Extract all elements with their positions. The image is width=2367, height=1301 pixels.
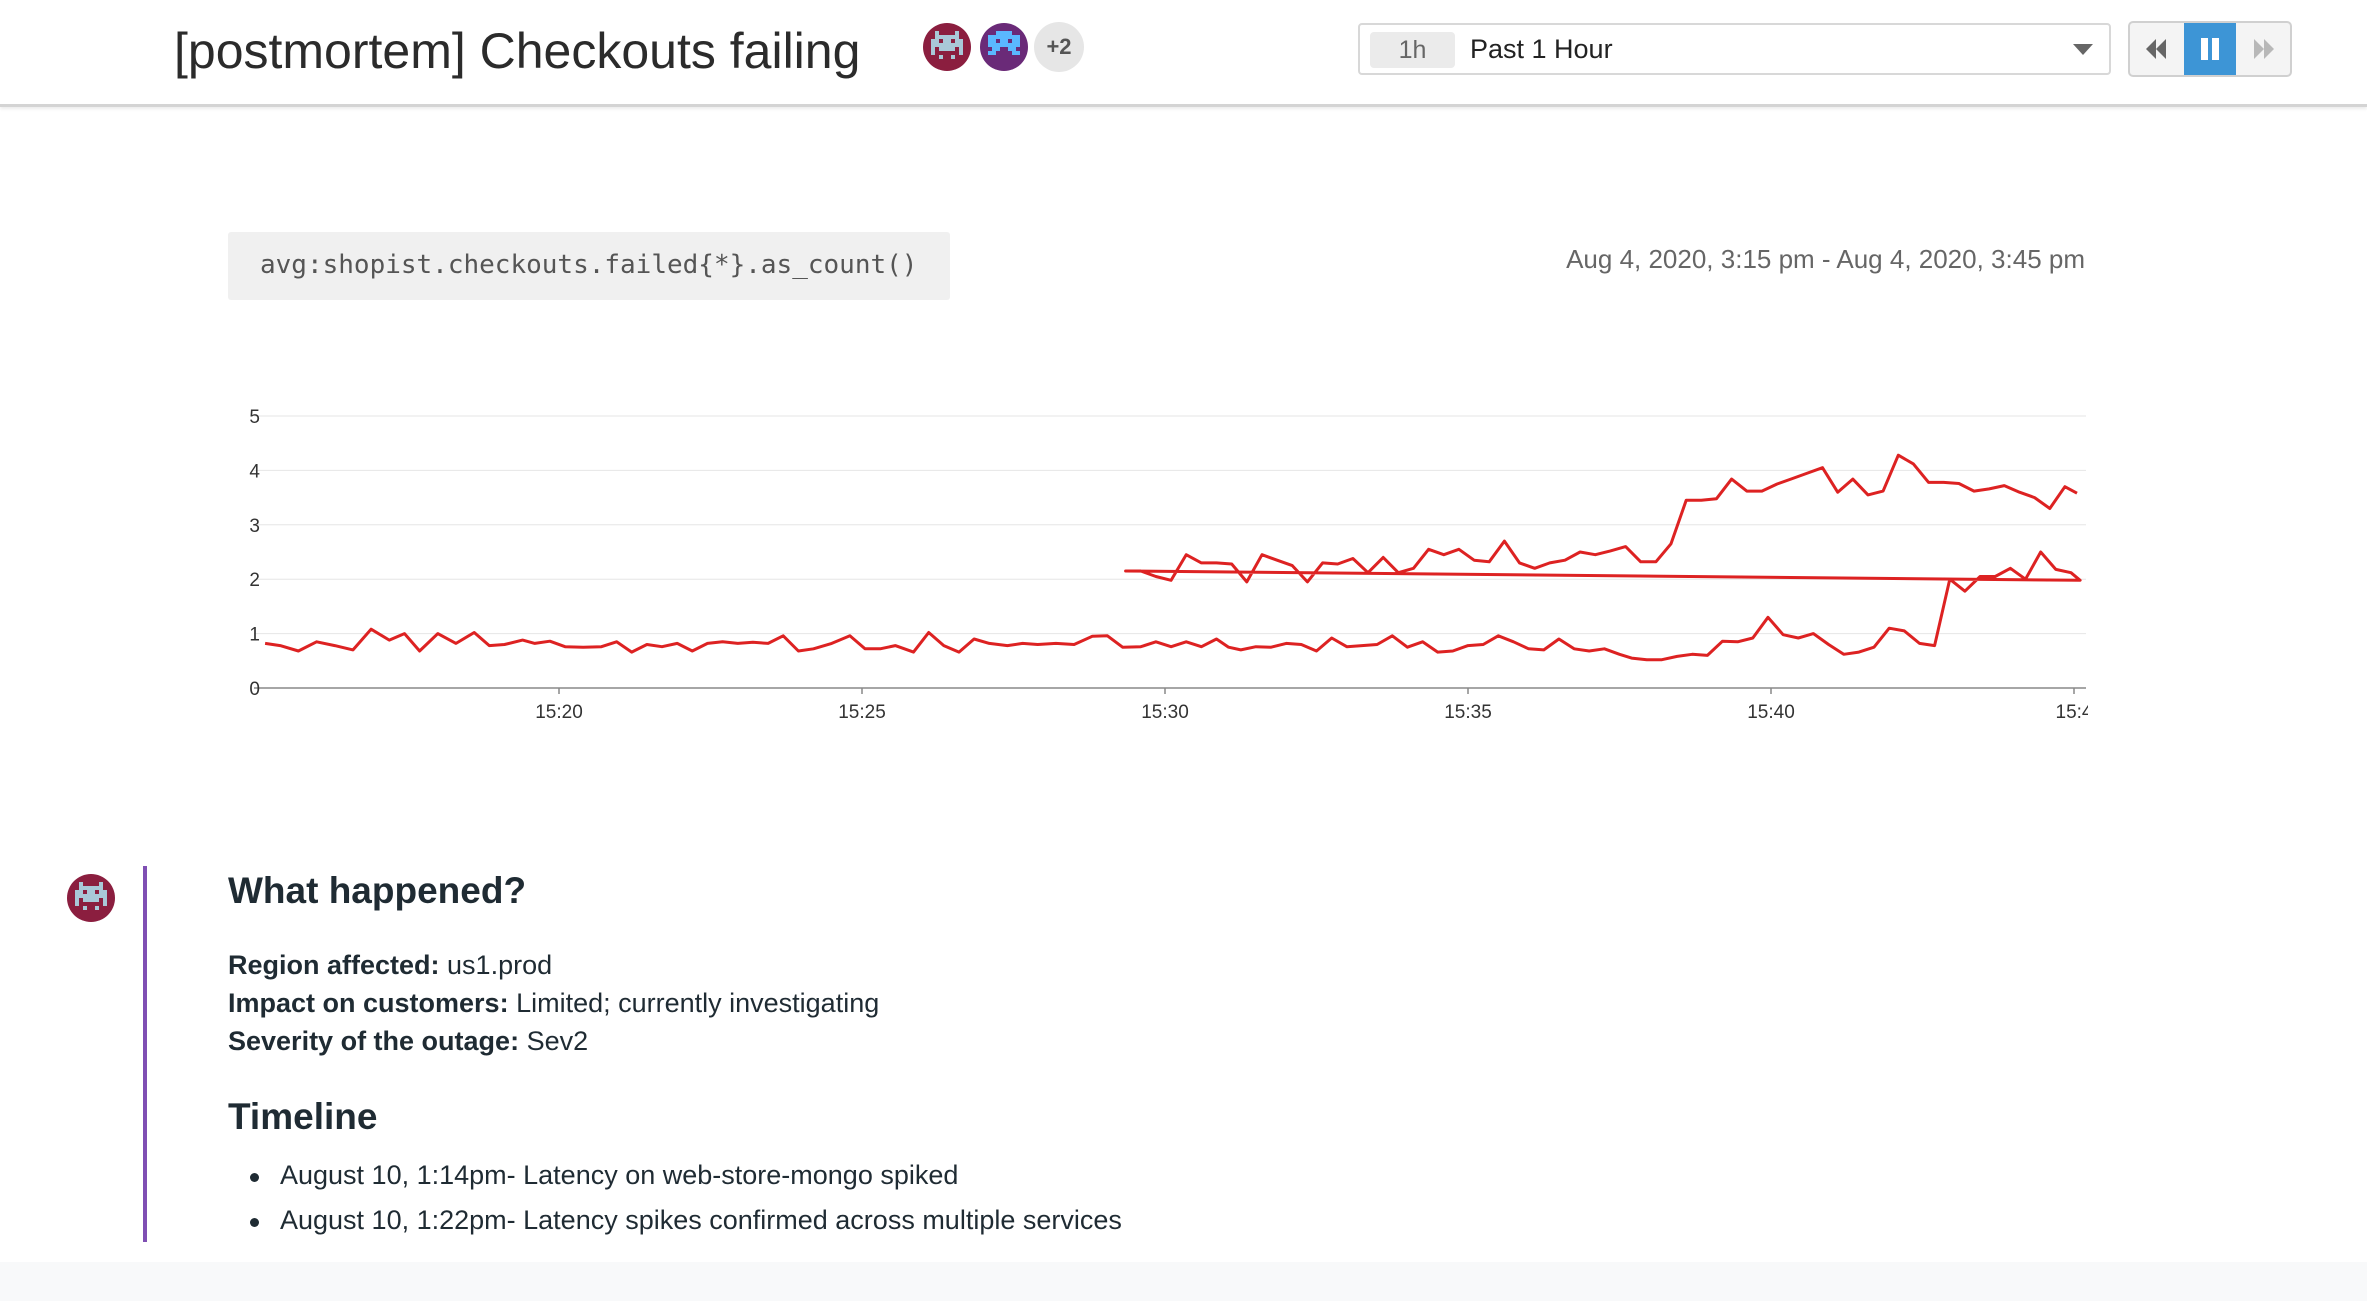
footer-shade xyxy=(0,1262,2367,1301)
field-label: Region affected: xyxy=(228,950,440,980)
bullet-icon xyxy=(250,1218,259,1227)
invader-avatar-icon xyxy=(67,874,115,922)
field-value: Sev2 xyxy=(519,1026,589,1056)
series-line[interactable] xyxy=(264,453,2082,662)
chevron-down-icon xyxy=(2073,44,2093,55)
participant-avatar-1[interactable] xyxy=(923,23,971,71)
time-range-label: Past 1 Hour xyxy=(1470,34,1613,64)
query-box: avg:shopist.checkouts.failed{*}.as_count… xyxy=(228,232,950,300)
y-tick-label: 0 xyxy=(249,679,260,700)
rewind-icon xyxy=(2146,39,2166,59)
note-heading: What happened? xyxy=(228,870,527,911)
timeseries-chart[interactable]: 0 1 2 3 4 5 15:20 15:25 15:30 15:35 15:40 15:4 xyxy=(228,390,2088,740)
time-range-select[interactable]: 1h Past 1 Hour xyxy=(1358,23,2111,75)
x-tick-label: 15:4 xyxy=(2056,702,2088,723)
bullet-icon xyxy=(250,1173,259,1182)
time-range-badge: 1h xyxy=(1370,32,1455,68)
invader-avatar-icon xyxy=(980,23,1028,71)
field-label: Severity of the outage: xyxy=(228,1026,520,1056)
field-impact: Impact on customers: Limited; currently … xyxy=(228,988,879,1019)
x-tick-label: 15:20 xyxy=(535,702,583,723)
field-region: Region affected: us1.prod xyxy=(228,950,552,981)
field-value: Limited; currently investigating xyxy=(508,988,880,1018)
y-tick-label: 5 xyxy=(249,407,260,428)
invader-avatar-icon xyxy=(923,23,971,71)
participant-avatar-2[interactable] xyxy=(980,23,1028,71)
note-accent-bar xyxy=(143,866,147,1242)
pause-button[interactable] xyxy=(2184,23,2236,75)
field-label: Impact on customers: xyxy=(228,988,509,1018)
x-tick-label: 15:30 xyxy=(1141,702,1189,723)
field-value: us1.prod xyxy=(439,950,553,980)
page-title: [postmortem] Checkouts failing xyxy=(174,23,861,79)
field-severity: Severity of the outage: Sev2 xyxy=(228,1026,588,1057)
fast-forward-icon xyxy=(2254,39,2274,59)
x-tick-label: 15:35 xyxy=(1444,702,1492,723)
y-tick-label: 4 xyxy=(249,461,260,482)
x-tick-label: 15:25 xyxy=(838,702,886,723)
dashboard-header: [postmortem] Checkouts failing +2 1h Pas… xyxy=(0,0,2367,107)
timeline-heading: Timeline xyxy=(228,1096,378,1137)
note-author-avatar[interactable] xyxy=(67,874,115,922)
timeline-item: August 10, 1:14pm- Latency on web-store-… xyxy=(280,1160,959,1190)
fast-forward-button[interactable] xyxy=(2238,23,2290,75)
playback-controls xyxy=(2128,21,2292,77)
rewind-button[interactable] xyxy=(2130,23,2182,75)
y-tick-label: 2 xyxy=(249,570,260,591)
y-tick-label: 1 xyxy=(249,625,260,646)
timeline-item: August 10, 1:22pm- Latency spikes confir… xyxy=(280,1205,1122,1235)
metric-query: avg:shopist.checkouts.failed{*}.as_count… xyxy=(260,250,918,280)
more-participants-badge[interactable]: +2 xyxy=(1034,22,1084,72)
y-tick-label: 3 xyxy=(249,516,260,537)
pause-icon xyxy=(2201,38,2219,60)
widget-time-range: Aug 4, 2020, 3:15 pm - Aug 4, 2020, 3:45… xyxy=(1566,244,2085,274)
x-tick-label: 15:40 xyxy=(1747,702,1795,723)
